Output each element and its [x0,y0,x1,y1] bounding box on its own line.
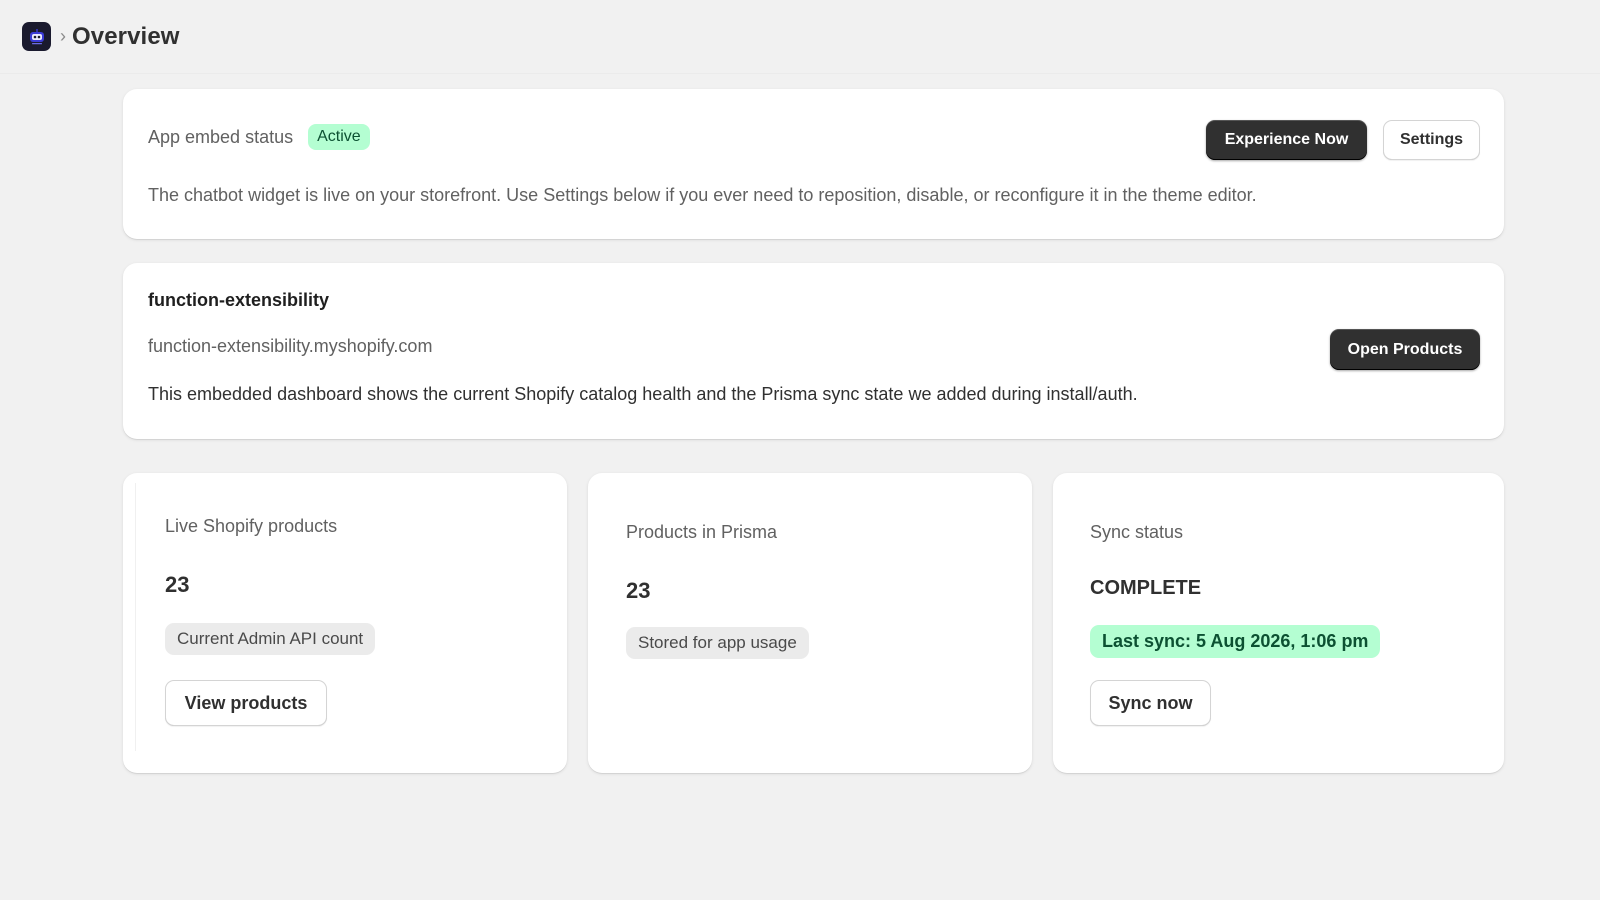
embed-description: The chatbot widget is live on your store… [148,185,1257,205]
last-sync-badge: Last sync: 5 Aug 2026, 1:06 pm [1090,625,1381,658]
live-products-card: Live Shopify products 23 Current Admin A… [123,473,567,773]
live-products-note: Current Admin API count [165,623,376,655]
embed-status-row: App embed status Active [148,122,370,152]
view-products-button[interactable]: View products [165,680,327,726]
prisma-products-value: 23 [626,578,651,603]
sync-status-card: Sync status COMPLETE Last sync: 5 Aug 20… [1053,473,1504,773]
settings-button[interactable]: Settings [1383,120,1480,160]
prisma-products-note: Stored for app usage [626,627,809,659]
top-bar: › Overview [0,0,1600,74]
experience-now-button[interactable]: Experience Now [1206,120,1367,160]
sync-status-label: Sync status [1090,522,1184,542]
card-divider [135,483,136,751]
prisma-products-card: Products in Prisma 23 Stored for app usa… [588,473,1032,773]
app-embed-card: App embed status Active Experience Now S… [123,89,1504,239]
store-card: function-extensibility function-extensib… [123,263,1504,439]
prisma-products-label: Products in Prisma [626,522,778,542]
store-description: This embedded dashboard shows the curren… [148,384,1138,404]
live-products-label: Live Shopify products [165,516,338,536]
embed-status-label: App embed status [148,126,294,147]
store-name: function-extensibility [148,290,330,310]
status-badge: Active [308,124,370,150]
open-products-button[interactable]: Open Products [1330,329,1480,370]
live-products-value: 23 [165,572,190,597]
store-domain: function-extensibility.myshopify.com [148,336,433,356]
sync-status-value: COMPLETE [1090,577,1202,599]
page-title: Overview [72,22,180,50]
robot-app-icon[interactable] [22,22,51,51]
breadcrumb-separator: › [60,26,66,46]
sync-now-button[interactable]: Sync now [1090,680,1211,726]
